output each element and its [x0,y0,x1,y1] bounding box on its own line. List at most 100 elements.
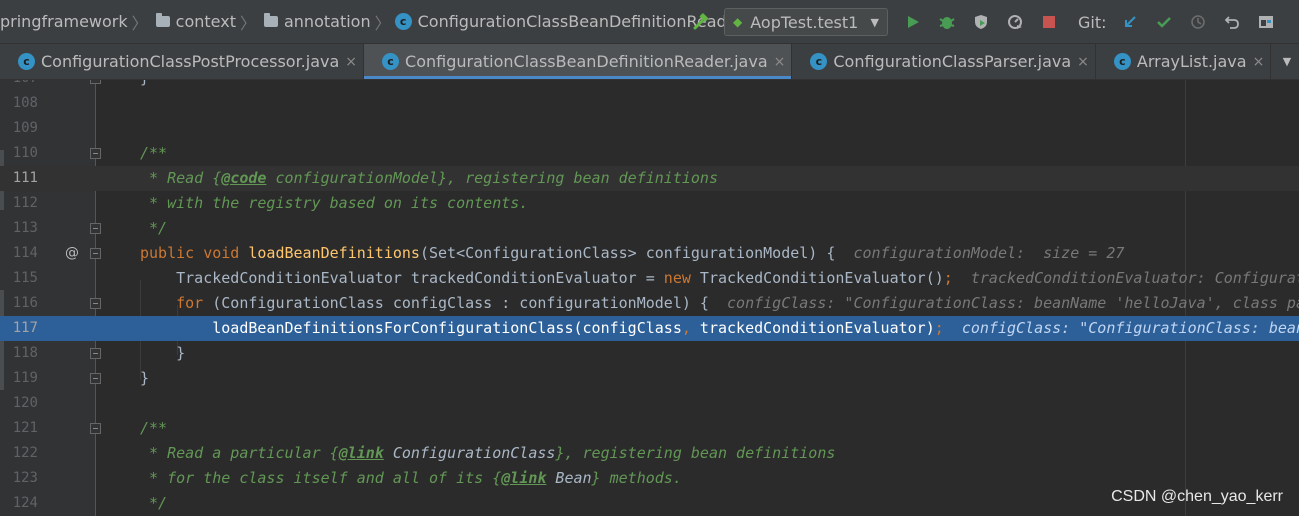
code-line[interactable]: 124 */ [0,491,1299,516]
line-number: 121 [12,420,38,436]
breadcrumb-label: annotation [283,12,371,31]
breadcrumb-separator-icon: 〉 [239,13,256,33]
tab-list-chevron-icon[interactable]: ▼ [1275,44,1299,79]
line-number: 113 [12,220,38,236]
code-line[interactable]: 121 /** [0,416,1299,441]
implements-annotation-icon[interactable]: @ [64,241,80,266]
class-icon: c [1113,53,1131,70]
line-number: 116 [12,295,38,311]
code-token: Bean [546,469,592,487]
inline-debug-value: configurationModel: size = 27 [853,244,1125,262]
code-line[interactable]: 112 * with the registry based on its con… [0,191,1299,216]
code-editor[interactable]: 107} 108 109 110 /** 111 * Read {@code config… [0,80,1299,516]
git-history-icon[interactable] [1184,8,1212,36]
breadcrumb-label: pringframework [0,12,128,31]
coverage-icon[interactable] [967,8,995,36]
fold-toggle-icon[interactable] [90,80,101,84]
code-line[interactable]: 109 [0,116,1299,141]
editor-tab[interactable]: c ConfigurationClassBeanDefinitionReader.… [364,44,793,79]
breadcrumb-separator-icon: 〉 [131,13,148,33]
code-line[interactable]: 118 } [0,341,1299,366]
line-number: 110 [12,145,38,161]
editor-tab[interactable]: c ArrayList.java × [1096,44,1272,79]
code-line[interactable]: 123 * for the class itself and all of it… [0,466,1299,491]
close-icon[interactable]: × [345,54,357,70]
class-icon: c [18,53,35,70]
code-text: } [140,366,149,391]
breadcrumb-item[interactable]: context [152,0,236,43]
code-line[interactable]: 120 [0,391,1299,416]
code-token: /** [140,419,168,437]
code-token: @link [338,444,384,462]
fold-toggle-icon[interactable] [90,298,101,309]
code-text: public void loadBeanDefinitions(Set<Conf… [140,241,1124,266]
close-icon[interactable]: × [1253,54,1265,70]
code-line[interactable]: 116 for (ConfigurationClass configClass … [0,291,1299,316]
run-config-icon: ◆ [733,15,743,29]
inline-debug-value: configClass: "ConfigurationClass: beanNa… [727,294,1299,312]
code-text: * with the registry based on its content… [140,191,528,216]
code-line[interactable]: 113 */ [0,216,1299,241]
editor-tab-bar: c ConfigurationClassPostProcessor.java × c C… [0,44,1299,80]
code-line[interactable]: 107} [0,80,1299,91]
code-token: */ [140,494,168,512]
line-number: 112 [12,195,38,211]
code-text: for (ConfigurationClass configClass : co… [140,291,1299,316]
code-line[interactable]: 115 TrackedConditionEvaluator trackedCon… [0,266,1299,291]
code-token: ; [943,269,953,287]
code-token: TrackedConditionEvaluator trackedConditi… [140,269,664,287]
editor-tab[interactable]: c ConfigurationClassParser.java × [792,44,1096,79]
run-configuration-label: AopTest.test1 [750,12,859,32]
code-token: ConfigurationClass [383,444,556,462]
class-icon: c [810,53,828,70]
code-token: * Read a particular { [140,444,339,462]
project-structure-icon[interactable] [1252,8,1280,36]
code-token: loadBeanDefinitionsForConfigurationClass… [140,319,682,337]
close-icon[interactable]: × [774,54,786,70]
fold-toggle-icon[interactable] [90,423,101,434]
code-text: */ [140,491,167,516]
profile-icon[interactable] [1001,8,1029,36]
fold-toggle-icon[interactable] [90,223,101,234]
code-text: } [140,341,185,366]
git-commit-check-icon[interactable] [1150,8,1178,36]
run-configuration-select[interactable]: ◆ AopTest.test1 ▼ [724,8,888,36]
code-line[interactable]: 119} [0,366,1299,391]
git-rollback-icon[interactable] [1218,8,1246,36]
breadcrumb: pringframework 〉 context 〉 annotation 〉 c Confi… [0,0,743,43]
code-token: new [663,269,700,287]
close-icon[interactable]: × [1077,54,1089,70]
code-token: loadBeanDefinitions [248,244,420,262]
tab-label: ConfigurationClassPostProcessor.java [41,52,340,71]
fold-toggle-icon[interactable] [90,373,101,384]
code-line[interactable]: 111 * Read {@code configurationModel}, r… [0,166,1299,191]
code-line[interactable]: 117 loadBeanDefinitionsForConfigurationC… [0,316,1299,341]
tab-label: ConfigurationClassBeanDefinitionReader.j… [405,52,768,71]
line-number: 108 [12,95,38,111]
fold-toggle-icon[interactable] [90,148,101,159]
code-text: } [140,80,149,91]
inline-debug-value: trackedConditionEvaluator: Configurat [952,269,1299,287]
run-icon[interactable] [899,8,927,36]
git-update-icon[interactable] [1116,8,1144,36]
code-text: * for the class itself and all of its {@… [140,466,682,491]
fold-toggle-icon[interactable] [90,348,101,359]
toolbar: ◆ AopTest.test1 ▼ Git: [684,0,1283,44]
code-token: } [140,344,186,362]
code-line[interactable]: 114 @ public void loadBeanDefinitions(Set<… [0,241,1299,266]
breadcrumb-item[interactable]: annotation [260,0,371,43]
line-number: 123 [12,470,38,486]
code-token: } methods. [591,469,682,487]
build-hammer-icon[interactable] [687,8,715,36]
code-token: for [176,294,213,312]
stop-icon[interactable] [1035,8,1063,36]
fold-toggle-icon[interactable] [90,248,101,259]
code-line[interactable]: 110 /** [0,141,1299,166]
code-line[interactable]: 122 * Read a particular {@link Configura… [0,441,1299,466]
editor-tab[interactable]: c ConfigurationClassPostProcessor.java × [0,44,365,79]
line-number: 107 [0,80,38,91]
breadcrumb-item[interactable]: pringframework [0,0,128,43]
navigation-bar: pringframework 〉 context 〉 annotation 〉 c Confi… [0,0,1299,44]
code-line[interactable]: 108 [0,91,1299,116]
debug-bug-icon[interactable] [933,8,961,36]
